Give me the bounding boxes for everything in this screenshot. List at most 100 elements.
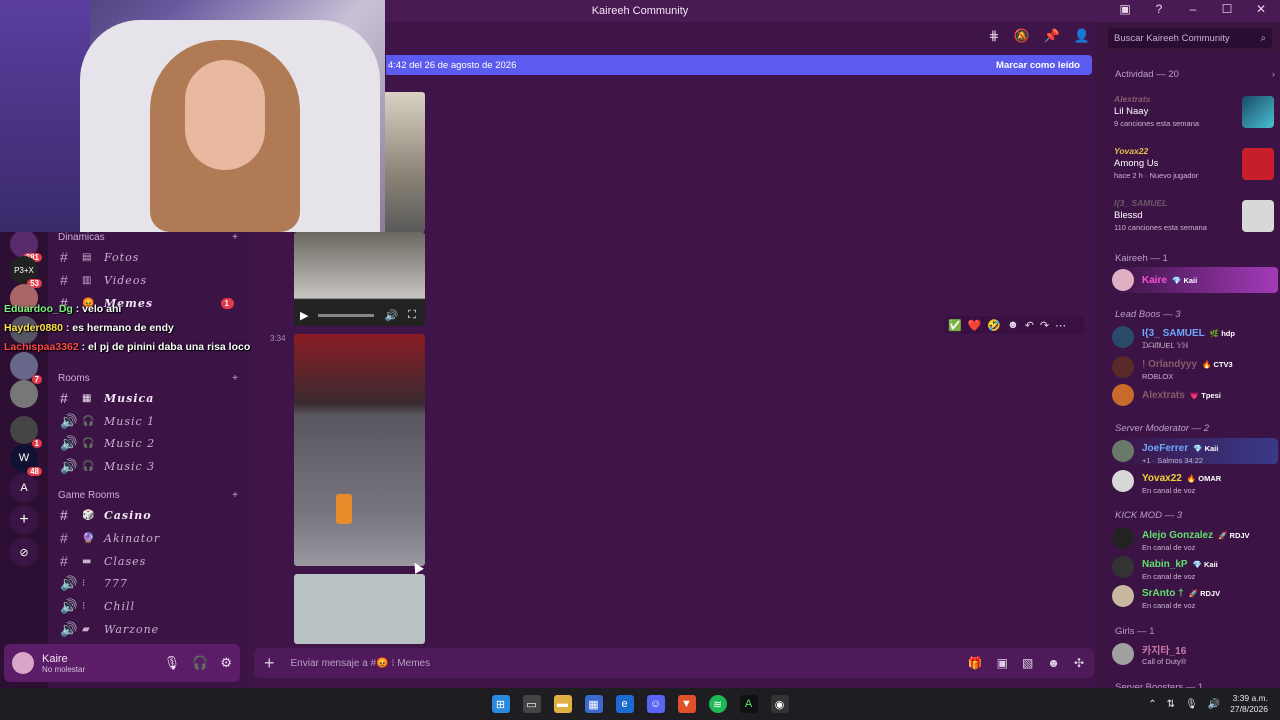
speaker-icon: 🔊 bbox=[60, 457, 79, 474]
network-icon[interactable]: ⇅ bbox=[1167, 699, 1175, 710]
activity-card[interactable]: I{3_ SAMUEL Blessd 110 canciones esta se… bbox=[1114, 198, 1274, 244]
server-icon[interactable] bbox=[10, 380, 38, 408]
server-icon[interactable]: 1 bbox=[10, 416, 42, 448]
members-icon[interactable]: 👤 bbox=[1074, 28, 1090, 50]
close-button[interactable]: ✕ bbox=[1252, 2, 1270, 16]
forward-icon[interactable]: ↷ bbox=[1040, 319, 1049, 332]
channel-music2[interactable]: 🔊 🎧 Music 2 bbox=[60, 433, 240, 453]
magic-icon: 🔮 bbox=[82, 532, 96, 544]
add-channel-icon[interactable]: + bbox=[232, 232, 238, 243]
search-input[interactable]: Buscar Kaireeh Community ⌕ bbox=[1108, 28, 1272, 48]
channel-musica[interactable]: # ▦ Musica bbox=[60, 388, 240, 408]
server-icon[interactable]: 7 bbox=[10, 352, 42, 384]
server-icon[interactable]: W 48 bbox=[10, 444, 42, 476]
headphones-icon[interactable]: 🎧 bbox=[192, 655, 208, 671]
progress-bar[interactable] bbox=[318, 314, 375, 317]
person-figure bbox=[336, 494, 352, 524]
emoji-icon[interactable]: ☻ bbox=[1047, 656, 1060, 670]
clock[interactable]: 3:39 a.m. 27/8/2026 bbox=[1230, 693, 1268, 715]
mic-icon[interactable]: 🎙 bbox=[1185, 699, 1198, 710]
channel-music1[interactable]: 🔊 🎧 Music 1 bbox=[60, 411, 240, 431]
speaker-icon: 🔊 bbox=[60, 412, 79, 429]
mark-read-button[interactable]: Marcar como leído bbox=[996, 60, 1080, 71]
member-item[interactable]: 카지타_16 Call of Duty® bbox=[1112, 641, 1278, 667]
volume-icon[interactable]: 🔊 bbox=[384, 309, 398, 322]
new-messages-bar[interactable]: 4:42 del 26 de agosto de 2026 Marcar com… bbox=[386, 55, 1092, 75]
member-item[interactable]: Nabin_kP 💎 Kaii En canal de voz bbox=[1112, 554, 1278, 581]
headphones-icon: 🎧 bbox=[82, 460, 96, 472]
member-item[interactable]: Alextrats 💗 Tpesi bbox=[1112, 382, 1278, 408]
fullscreen-icon[interactable]: ⛶ bbox=[408, 309, 416, 322]
activity-card[interactable]: Yovax22 Among Us hace 2 h · Nuevo jugado… bbox=[1114, 146, 1274, 192]
activity-card[interactable]: Alextrats Lil Naay 9 canciones esta sema… bbox=[1114, 94, 1274, 140]
chevron-up-icon[interactable]: ⌃ bbox=[1148, 699, 1156, 710]
apps-icon[interactable]: ✣ bbox=[1074, 656, 1084, 670]
member-item[interactable]: SrAnto † 🚀 RDJV En canal de voz bbox=[1112, 583, 1278, 610]
add-channel-icon[interactable]: + bbox=[232, 490, 238, 501]
kick-icon[interactable]: A bbox=[739, 695, 758, 713]
avatar[interactable] bbox=[12, 652, 34, 674]
maximize-button[interactable]: ☐ bbox=[1218, 2, 1236, 16]
video-attachment[interactable] bbox=[294, 334, 425, 566]
sticker-icon[interactable]: ▧ bbox=[1022, 656, 1033, 670]
laugh-reaction-icon[interactable]: 🤣 bbox=[987, 319, 1001, 332]
member-item[interactable]: Alejo Gonzalez 🚀 RDJV En canal de voz bbox=[1112, 525, 1278, 552]
member-item[interactable]: Kaire 💎 Kaii bbox=[1112, 267, 1278, 293]
start-icon[interactable]: ⊞ bbox=[491, 695, 510, 713]
more-icon[interactable]: ⋯ bbox=[1055, 319, 1066, 332]
channel-music3[interactable]: 🔊 🎧 Music 3 bbox=[60, 456, 240, 476]
channel-videos[interactable]: # ▥ Videos bbox=[60, 270, 240, 290]
channel-chill[interactable]: 🔊 ⁝ Chill bbox=[60, 596, 240, 616]
channel-clases[interactable]: # ▬ Clases bbox=[60, 551, 240, 571]
check-reaction-icon[interactable]: ✅ bbox=[948, 319, 962, 332]
inbox-icon[interactable]: ▣ bbox=[1116, 2, 1134, 16]
attach-icon[interactable]: + bbox=[264, 653, 275, 674]
category-gamerooms[interactable]: Game Rooms + bbox=[58, 490, 238, 501]
dice-icon: 🎲 bbox=[82, 509, 96, 521]
taskview-icon[interactable]: ▭ bbox=[522, 695, 541, 713]
reply-icon[interactable]: ↶ bbox=[1025, 319, 1034, 332]
threads-icon[interactable]: ⋕ bbox=[989, 28, 1000, 50]
explore-icon[interactable]: ⊘ bbox=[10, 538, 38, 566]
volume-icon[interactable]: 🔊 bbox=[1208, 699, 1220, 710]
server-icon[interactable]: A bbox=[10, 474, 38, 502]
minimize-button[interactable]: – bbox=[1184, 2, 1202, 16]
add-server-icon[interactable]: + bbox=[10, 506, 38, 534]
add-reaction-icon[interactable]: ☻ bbox=[1007, 319, 1019, 331]
discord-icon[interactable]: ☺ bbox=[646, 695, 665, 713]
channel-akinator[interactable]: # 🔮 Akinator bbox=[60, 528, 240, 548]
add-channel-icon[interactable]: + bbox=[232, 373, 238, 384]
store-icon[interactable]: ▦ bbox=[584, 695, 603, 713]
mute-icon[interactable]: 🔕 bbox=[1013, 28, 1029, 50]
channel-fotos[interactable]: # ▤ Fotos bbox=[60, 247, 240, 267]
microphone-icon[interactable]: 🎙 bbox=[164, 655, 181, 671]
channel-777[interactable]: 🔊 ⁝ 777 bbox=[60, 573, 240, 593]
edge-icon[interactable]: e bbox=[615, 695, 634, 713]
folder-icon[interactable]: ▬ bbox=[553, 695, 572, 713]
member-item[interactable]: I{3_ SAMUEL 🌿 hdp ᗪᗩᗰᑌEᒪ 𝕐ℍ bbox=[1112, 324, 1278, 350]
brave-icon[interactable]: ▼ bbox=[677, 695, 696, 713]
help-icon[interactable]: ? bbox=[1150, 2, 1168, 16]
heart-reaction-icon[interactable]: ❤️ bbox=[968, 319, 982, 332]
server-icon[interactable]: 381 bbox=[10, 230, 42, 262]
obs-icon[interactable]: ◉ bbox=[770, 695, 789, 713]
member-item[interactable]: JoeFerrer 💎 Kaii +1 · Salmos 34:22 bbox=[1112, 438, 1278, 465]
gift-icon[interactable]: 🎁 bbox=[968, 656, 983, 670]
channel-warzone[interactable]: 🔊 ▰ Warzone bbox=[60, 619, 240, 639]
play-icon[interactable]: ▶ bbox=[300, 309, 308, 322]
gif-icon[interactable]: ▣ bbox=[997, 656, 1008, 670]
image-attachment[interactable] bbox=[294, 574, 425, 644]
category-dinamicas[interactable]: Dinamicas + bbox=[58, 232, 238, 243]
spotify-icon[interactable]: ≋ bbox=[708, 695, 727, 713]
message-input[interactable]: + Enviar mensaje a #😡 ⁝ Memes 🎁 ▣ ▧ ☻ ✣ bbox=[254, 648, 1094, 678]
member-item[interactable]: ! Orlandyyy 🔥 CTV3 ROBLOX bbox=[1112, 354, 1278, 381]
channel-casino[interactable]: # 🎲 Casino bbox=[60, 505, 240, 525]
category-rooms[interactable]: Rooms + bbox=[58, 373, 238, 384]
pin-icon[interactable]: 📌 bbox=[1044, 28, 1060, 50]
video-player[interactable]: ▶ 🔊 ⛶ bbox=[294, 232, 425, 326]
activity-header[interactable]: Actividad — 20 › bbox=[1115, 69, 1275, 80]
server-icon[interactable]: P3+X 53 bbox=[10, 256, 42, 288]
gear-icon[interactable]: ⚙ bbox=[220, 655, 232, 671]
headphones-icon: 🎧 bbox=[82, 415, 96, 427]
member-item[interactable]: Yovax22 🔥 OMAR En canal de voz bbox=[1112, 468, 1278, 495]
